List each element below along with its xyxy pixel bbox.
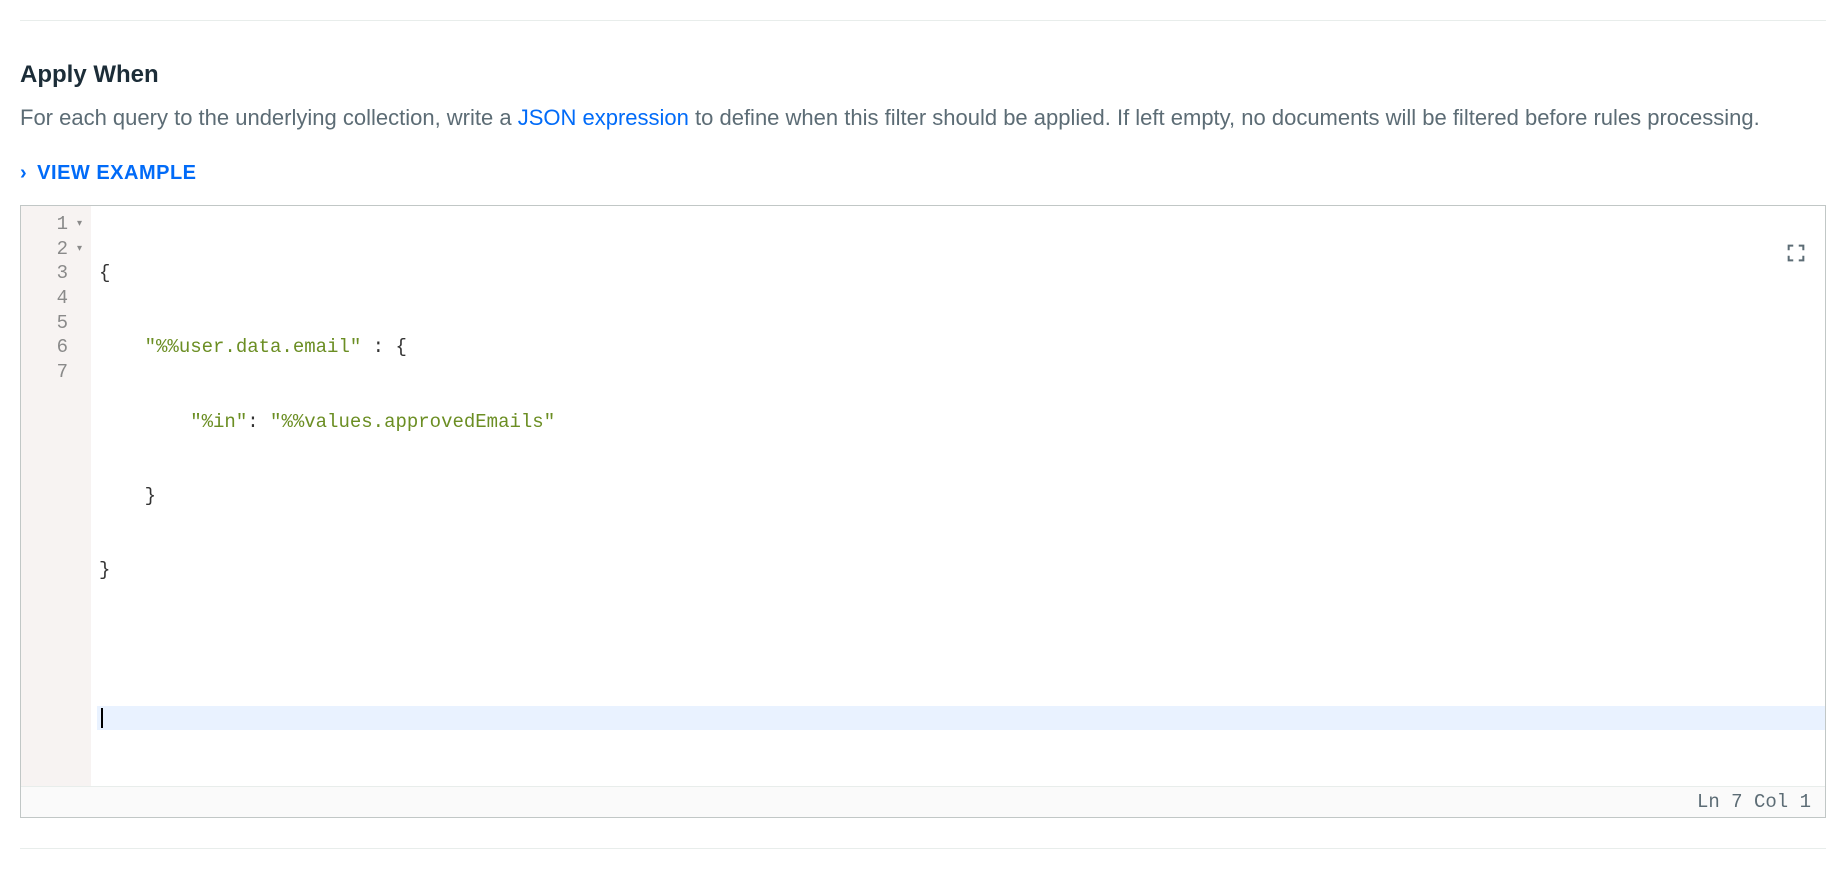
editor-status-bar: Ln 7 Col 1 xyxy=(21,786,1825,817)
line-number: 3 xyxy=(57,261,68,286)
code-line: { xyxy=(97,261,1825,286)
line-number: 5 xyxy=(57,311,68,336)
line-number: 4 xyxy=(57,286,68,311)
line-number: 7 xyxy=(57,360,68,385)
view-example-toggle[interactable]: › VIEW EXAMPLE xyxy=(20,162,197,185)
view-example-label: VIEW EXAMPLE xyxy=(37,162,196,185)
description-text-post: to define when this filter should be app… xyxy=(689,105,1760,130)
code-line: "%in": "%%values.approvedEmails" xyxy=(97,410,1825,435)
section-description: For each query to the underlying collect… xyxy=(20,101,1826,134)
code-line: } xyxy=(97,484,1825,509)
description-text-pre: For each query to the underlying collect… xyxy=(20,105,518,130)
code-line: "%%user.data.email" : { xyxy=(97,335,1825,360)
fullscreen-icon[interactable] xyxy=(1785,242,1807,264)
code-line: } xyxy=(97,558,1825,583)
line-number: 6 xyxy=(57,335,68,360)
code-line-active xyxy=(97,706,1825,731)
line-number: 1 xyxy=(57,212,68,237)
apply-when-section: Apply When For each query to the underly… xyxy=(20,20,1826,849)
line-number: 2 xyxy=(57,237,68,262)
editor-gutter: 1 ▾ 2 ▾ 3 4 5 6 7 xyxy=(21,206,91,786)
chevron-right-icon: › xyxy=(20,162,27,185)
json-expression-link[interactable]: JSON expression xyxy=(518,105,689,130)
text-cursor xyxy=(101,708,103,728)
fold-icon[interactable]: ▾ xyxy=(72,218,82,231)
code-editor[interactable]: 1 ▾ 2 ▾ 3 4 5 6 7 { "%%user.data.email" : … xyxy=(20,205,1826,818)
code-line xyxy=(97,632,1825,657)
code-content[interactable]: { "%%user.data.email" : { "%in": "%%valu… xyxy=(91,206,1825,786)
section-title: Apply When xyxy=(20,61,1826,89)
fold-icon[interactable]: ▾ xyxy=(72,243,82,256)
